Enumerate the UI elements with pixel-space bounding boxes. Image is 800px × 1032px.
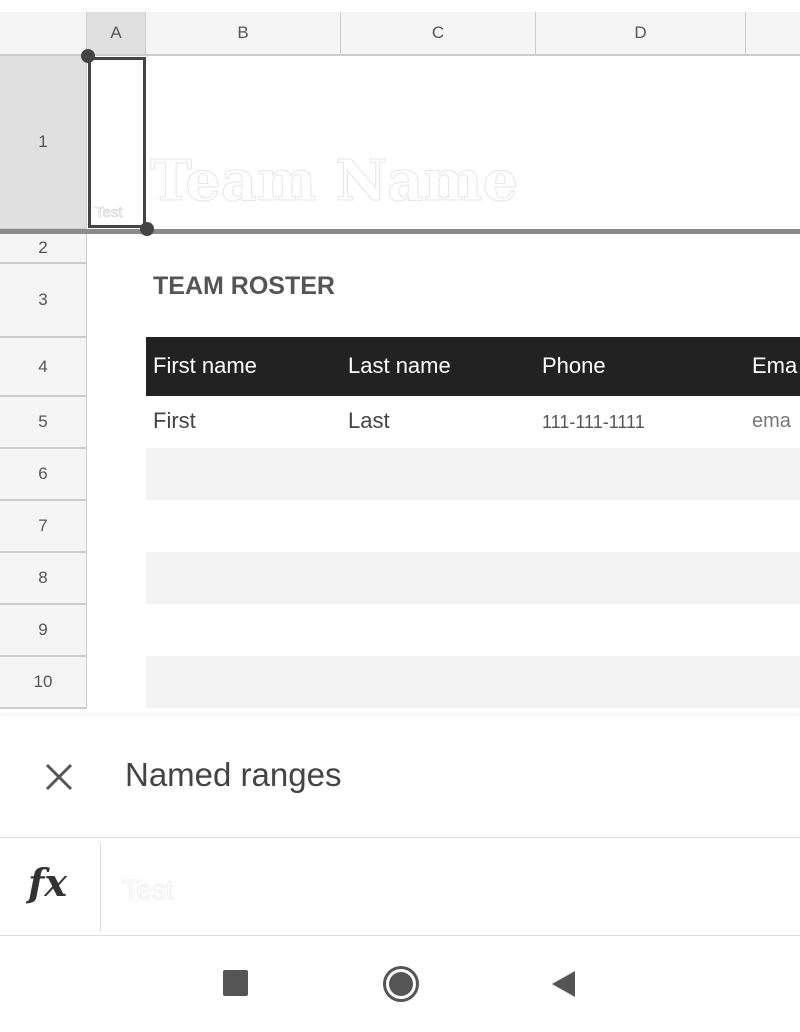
panel-title: Named ranges [125, 756, 342, 793]
table-row[interactable] [146, 656, 800, 708]
roster-title[interactable]: TEAM ROSTER [153, 272, 335, 301]
back-icon[interactable] [551, 970, 577, 998]
header-email[interactable]: Ema [752, 353, 797, 379]
row-header-2[interactable]: 2 [0, 234, 87, 264]
home-icon[interactable] [383, 966, 419, 1002]
row-header-8[interactable]: 8 [0, 553, 87, 605]
cell-phone[interactable]: 111-111-1111 [542, 412, 645, 433]
column-header-d[interactable]: D [536, 12, 746, 56]
row-header-5[interactable]: 5 [0, 397, 87, 449]
formula-input[interactable]: Test [122, 874, 174, 906]
table-row: First Last 111-111-1111 ema [146, 396, 800, 448]
column-header-e[interactable] [746, 12, 800, 56]
cell-last[interactable]: Last [348, 408, 390, 434]
cell-text: Test [95, 204, 123, 222]
row-header-4[interactable]: 4 [0, 338, 87, 397]
row-header-3[interactable]: 3 [0, 264, 87, 338]
cell-email[interactable]: ema [752, 410, 791, 433]
row-header-9[interactable]: 9 [0, 605, 87, 657]
row-header-10[interactable]: 10 [0, 657, 87, 709]
recent-apps-icon[interactable] [223, 970, 248, 996]
row-header-7[interactable]: 7 [0, 501, 87, 553]
formula-bar: fx Test [0, 837, 800, 936]
frozen-row-divider[interactable] [0, 229, 800, 234]
header-first-name[interactable]: First name [153, 353, 257, 379]
row-header-6[interactable]: 6 [0, 449, 87, 501]
table-header-row: First name Last name Phone Ema [146, 337, 800, 396]
header-phone[interactable]: Phone [542, 353, 606, 379]
table-row[interactable] [146, 552, 800, 604]
fx-icon: fx [28, 860, 68, 905]
named-ranges-panel: Named ranges [0, 716, 800, 836]
selection-handle-top[interactable] [81, 49, 95, 63]
selection-handle-bottom[interactable] [140, 222, 154, 236]
column-header-c[interactable]: C [341, 12, 536, 56]
selected-cell-a1[interactable]: Test [88, 57, 146, 228]
header-last-name[interactable]: Last name [348, 353, 451, 379]
row-header-1[interactable]: 1 [0, 56, 87, 230]
close-icon[interactable] [44, 762, 74, 792]
column-header-b[interactable]: B [146, 12, 341, 56]
table-row[interactable] [146, 448, 800, 500]
column-header-a[interactable]: A [87, 12, 146, 56]
team-name-cell[interactable]: Team Name [149, 148, 518, 215]
cell-first[interactable]: First [153, 408, 196, 434]
select-all-corner[interactable] [0, 12, 87, 56]
